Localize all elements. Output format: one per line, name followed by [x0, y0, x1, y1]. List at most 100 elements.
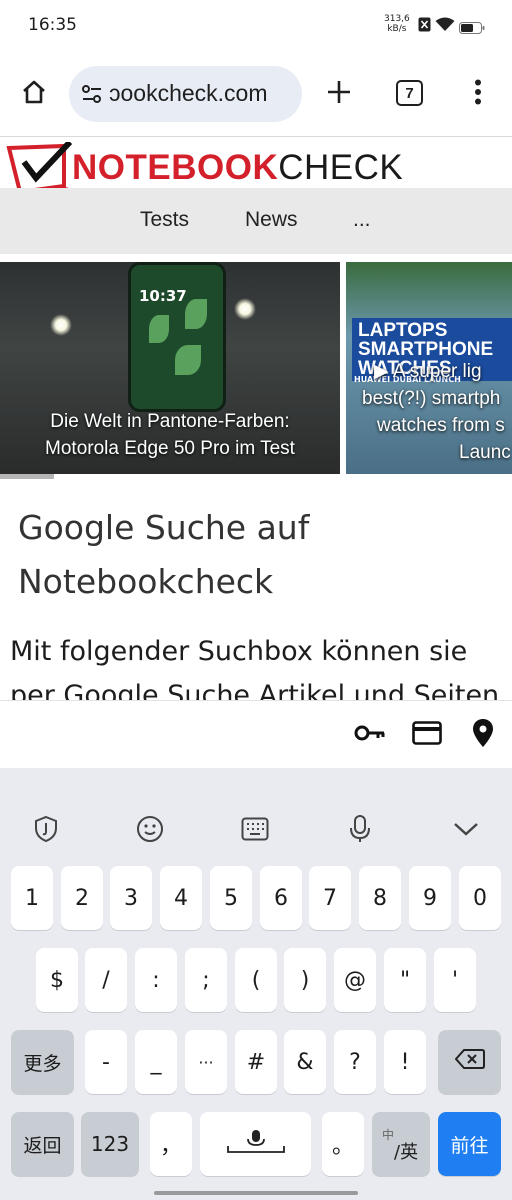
key-colon[interactable]: : — [135, 948, 177, 1012]
tab-switcher-button[interactable]: 7 — [396, 80, 423, 106]
phone-image: 10:37 — [128, 262, 226, 412]
key-paren-close[interactable]: ) — [284, 948, 326, 1012]
go-key[interactable]: 前往 — [438, 1112, 501, 1176]
status-time: 16:35 — [28, 15, 77, 35]
network-speed: 313,6 kB/s — [384, 14, 410, 34]
caption-line: best(?!) smartph — [362, 388, 501, 409]
key-single-quote[interactable]: ' — [434, 948, 476, 1012]
nav-item-more[interactable]: ... — [353, 208, 371, 232]
key-8[interactable]: 8 — [359, 866, 401, 930]
light-glow — [234, 298, 256, 320]
leaf-decor — [185, 299, 207, 329]
more-symbols-key[interactable]: 更多 — [11, 1030, 74, 1094]
caption-line: Motorola Edge 50 Pro im Test — [45, 438, 295, 459]
language-key-primary: /英 — [394, 1142, 419, 1163]
url-text[interactable]: ɔookcheck.com — [109, 80, 268, 107]
key-at[interactable]: @ — [334, 948, 376, 1012]
network-speed-unit: kB/s — [387, 24, 407, 34]
key-1[interactable]: 1 — [11, 866, 53, 930]
leaf-decor — [175, 345, 201, 375]
menu-button[interactable] — [456, 72, 500, 116]
sim-off-icon — [418, 17, 431, 36]
new-tab-button[interactable] — [317, 72, 361, 116]
carousel-scroll-indicator — [0, 474, 54, 479]
key-7[interactable]: 7 — [309, 866, 351, 930]
caption-line: Die Welt in Pantone-Farben: — [50, 411, 290, 432]
url-bar[interactable]: ɔookcheck.com — [69, 66, 302, 122]
payment-methods-button[interactable] — [410, 719, 444, 751]
article-carousel: 10:37 Die Welt in Pantone-Farben: Motoro… — [0, 258, 512, 474]
backspace-key[interactable] — [438, 1030, 501, 1094]
numbers-key[interactable]: 123 — [81, 1112, 139, 1176]
keyboard-icon — [241, 817, 269, 845]
language-key-secondary: 中 — [382, 1128, 395, 1142]
heading-line: Google Suche auf — [18, 508, 310, 547]
plus-icon — [326, 79, 352, 109]
logo-red-text: NOTEBOOK — [72, 148, 279, 187]
key-2[interactable]: 2 — [61, 866, 103, 930]
paragraph-line: per Google Suche Artikel und Seiten — [10, 680, 500, 700]
keyboard-layout-button[interactable] — [240, 816, 270, 846]
more-vertical-icon — [474, 79, 482, 109]
leaf-decor — [149, 315, 169, 343]
key-dollar[interactable]: $ — [36, 948, 78, 1012]
key-double-quote[interactable]: " — [384, 948, 426, 1012]
home-button[interactable] — [12, 72, 56, 116]
key-slash[interactable]: / — [85, 948, 127, 1012]
logo-wordmark: NOTEBOOKCHECK — [72, 148, 403, 188]
emoji-button[interactable] — [135, 816, 165, 846]
key-semicolon[interactable]: ; — [185, 948, 227, 1012]
keyboard: 1 2 3 4 5 6 7 8 9 0 $ / : ; ( ) @ " ' 更多… — [0, 768, 512, 1200]
home-indicator[interactable] — [154, 1191, 358, 1195]
network-speed-value: 313,6 — [384, 14, 410, 24]
privacy-button[interactable] — [31, 815, 61, 847]
site-logo[interactable]: NOTEBOOKCHECK — [0, 139, 512, 202]
backspace-icon — [454, 1048, 485, 1076]
language-switch-key[interactable]: 中 /英 — [372, 1112, 430, 1176]
nav-item-news[interactable]: News — [245, 208, 298, 232]
article-caption[interactable]: Die Welt in Pantone-Farben: Motorola Edg… — [0, 408, 340, 462]
key-question[interactable]: ? — [334, 1030, 376, 1094]
heading-line: Notebookcheck — [18, 562, 274, 601]
key-hash[interactable]: # — [235, 1030, 277, 1094]
status-bar: 16:35 313,6 kB/s — [0, 0, 512, 52]
key-paren-open[interactable]: ( — [235, 948, 277, 1012]
key-exclamation[interactable]: ! — [384, 1030, 426, 1094]
passwords-button[interactable] — [353, 719, 387, 751]
key-3[interactable]: 3 — [110, 866, 152, 930]
key-9[interactable]: 9 — [409, 866, 451, 930]
addresses-button[interactable] — [466, 719, 500, 751]
logo-black-text: CHECK — [278, 148, 404, 187]
key-underscore[interactable]: _ — [135, 1030, 177, 1094]
voice-input-button[interactable] — [345, 814, 375, 848]
key-4[interactable]: 4 — [160, 866, 202, 930]
web-page: NOTEBOOKCHECK Tests News ... 10:37 Die W… — [0, 136, 512, 700]
nav-item-tests[interactable]: Tests — [140, 208, 189, 232]
space-key[interactable] — [200, 1112, 311, 1176]
key-comma[interactable]: ， — [150, 1112, 192, 1176]
key-0[interactable]: 0 — [459, 866, 501, 930]
microphone-icon — [348, 814, 372, 848]
page-paragraph: Mit folgender Suchbox können sie per Goo… — [10, 630, 510, 700]
key-ampersand[interactable]: & — [284, 1030, 326, 1094]
caption-line: watches from s — [377, 415, 505, 436]
article-card[interactable]: 10:37 Die Welt in Pantone-Farben: Motoro… — [0, 262, 340, 474]
key-hyphen[interactable]: - — [85, 1030, 127, 1094]
chevron-down-icon — [453, 821, 479, 841]
light-glow — [50, 314, 72, 336]
tune-icon[interactable] — [81, 83, 103, 109]
key-ellipsis[interactable]: ··· — [185, 1030, 227, 1094]
autofill-bar — [0, 700, 512, 768]
article-card[interactable]: LAPTOPS SMARTPHONE WATCHES HUAWEI DUBAI … — [346, 262, 512, 474]
phone-clock: 10:37 — [139, 287, 187, 305]
shield-icon — [33, 815, 59, 847]
key-5[interactable]: 5 — [210, 866, 252, 930]
space-mic-icon — [226, 1128, 286, 1160]
hide-keyboard-button[interactable] — [451, 816, 481, 846]
article-caption[interactable]: ▶ A super lig best(?!) smartph watches f… — [346, 358, 512, 466]
back-key[interactable]: 返回 — [11, 1112, 74, 1176]
key-period[interactable]: 。 — [322, 1112, 364, 1176]
emoji-icon — [136, 815, 164, 847]
paragraph-line: Mit folgender Suchbox können sie — [10, 636, 468, 667]
key-6[interactable]: 6 — [260, 866, 302, 930]
